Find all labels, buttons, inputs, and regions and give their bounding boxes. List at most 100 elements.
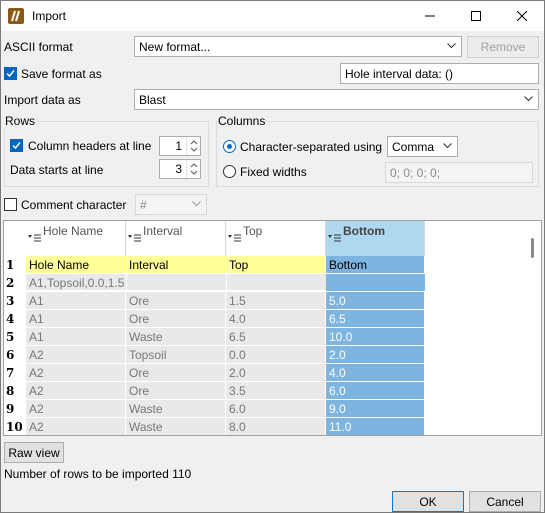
comment-character-value: #: [140, 198, 147, 212]
maximize-icon: [471, 11, 481, 21]
chevron-down-icon: [447, 43, 456, 49]
grid-cell[interactable]: 4.0: [226, 310, 326, 327]
separator-value: Comma: [392, 140, 435, 154]
save-format-checkbox[interactable]: [4, 67, 17, 80]
grid-cell[interactable]: [326, 274, 425, 291]
grid-cell[interactable]: A2: [26, 418, 126, 435]
preview-grid[interactable]: Hole Name Interval Top Bottom 1 Hole Name Inte…: [3, 220, 542, 436]
character-separated-label: Character-separated using: [240, 140, 383, 154]
grid-cell[interactable]: Waste: [126, 400, 226, 417]
data-starts-label: Data starts at line: [10, 163, 104, 177]
raw-view-button[interactable]: Raw view: [4, 442, 64, 463]
header-row-cell[interactable]: Top: [226, 256, 326, 273]
filter-sort-icon[interactable]: [228, 234, 242, 243]
minimize-button[interactable]: [407, 1, 453, 31]
grid-cell[interactable]: A2: [26, 400, 126, 417]
grid-cell[interactable]: 6.0: [226, 400, 326, 417]
grid-cell[interactable]: 6.0: [326, 382, 425, 399]
import-data-value: Blast: [139, 93, 166, 107]
chevron-down-icon: [524, 96, 533, 102]
comment-character-label: Comment character: [21, 198, 127, 212]
import-data-label: Import data as: [4, 93, 81, 107]
header-row-cell[interactable]: Bottom: [326, 256, 425, 273]
column-header[interactable]: Hole Name: [26, 221, 126, 256]
column-headers-checkbox[interactable]: [10, 139, 23, 152]
rows-group-title: Rows: [4, 114, 37, 128]
save-format-name-value: Hole interval data: (): [345, 67, 454, 81]
grid-cell[interactable]: 3.5: [226, 382, 326, 399]
grid-cell[interactable]: Ore: [126, 292, 226, 309]
maximize-button[interactable]: [453, 1, 499, 31]
grid-cell[interactable]: 2.0: [326, 346, 425, 363]
grid-cell[interactable]: Waste: [126, 418, 226, 435]
grid-cell[interactable]: A1: [26, 292, 126, 309]
column-headers-spinner[interactable]: 1: [159, 136, 201, 156]
grid-cell[interactable]: 1.5: [226, 292, 326, 309]
grid-cell[interactable]: 6.5: [226, 328, 326, 345]
row-number: 7: [6, 366, 15, 380]
row-number: 5: [6, 330, 15, 344]
grid-cell[interactable]: Topsoil: [126, 346, 226, 363]
grid-cell[interactable]: Ore: [126, 382, 226, 399]
scrollbar-thumb[interactable]: [531, 238, 534, 258]
spin-arrows-icon: [190, 140, 198, 152]
grid-cell[interactable]: Waste: [126, 328, 226, 345]
chevron-down-icon: [192, 201, 201, 207]
grid-cell[interactable]: 2.0: [226, 364, 326, 381]
close-icon: [517, 11, 527, 21]
ascii-format-value: New format...: [139, 40, 211, 54]
grid-cell[interactable]: 6.5: [326, 310, 425, 327]
grid-cell[interactable]: 0.0: [226, 346, 326, 363]
spinner-arrows[interactable]: [186, 137, 200, 155]
column-header-label: Interval: [143, 224, 183, 238]
grid-cell[interactable]: A2: [26, 346, 126, 363]
checkmark-icon: [6, 70, 15, 78]
header-row-cell[interactable]: Hole Name: [26, 256, 126, 273]
save-format-name-input[interactable]: Hole interval data: (): [340, 63, 539, 84]
row-number: 10: [6, 420, 23, 434]
grid-cell[interactable]: A1: [26, 310, 126, 327]
chevron-down-icon: [443, 143, 452, 149]
grid-cell[interactable]: A2: [26, 364, 126, 381]
ascii-format-dropdown[interactable]: New format...: [134, 36, 462, 57]
spinner-arrows[interactable]: [186, 160, 200, 178]
remove-button[interactable]: Remove: [467, 36, 539, 58]
grid-cell[interactable]: 8.0: [226, 418, 326, 435]
character-separated-radio[interactable]: [223, 140, 236, 153]
grid-cell[interactable]: 11.0: [326, 418, 425, 435]
grid-cell[interactable]: Ore: [126, 310, 226, 327]
grid-cell[interactable]: A2: [26, 382, 126, 399]
raw-row-cell[interactable]: A1,Topsoil,0.0,1.5: [26, 274, 326, 291]
import-data-dropdown[interactable]: Blast: [134, 89, 539, 110]
grid-cell[interactable]: 5.0: [326, 292, 425, 309]
data-starts-spinner[interactable]: 3: [159, 159, 201, 179]
column-header-label: Hole Name: [43, 224, 104, 238]
close-button[interactable]: [499, 1, 545, 31]
comment-character-checkbox[interactable]: [4, 198, 17, 211]
separator-dropdown[interactable]: Comma: [387, 136, 458, 157]
row-number: 2: [6, 276, 15, 290]
grid-cell[interactable]: 10.0: [326, 328, 425, 345]
comment-character-dropdown[interactable]: #: [135, 194, 207, 215]
column-header[interactable]: Top: [226, 221, 326, 256]
grid-cell[interactable]: Ore: [126, 364, 226, 381]
column-header[interactable]: Interval: [126, 221, 226, 256]
grid-cell[interactable]: A1: [26, 328, 126, 345]
grid-cell[interactable]: 9.0: [326, 400, 425, 417]
fixed-widths-radio[interactable]: [223, 165, 236, 178]
grid-cell[interactable]: 4.0: [326, 364, 425, 381]
title-bar: Import: [1, 1, 544, 31]
filter-sort-icon[interactable]: [28, 234, 42, 243]
header-row-cell[interactable]: Interval: [126, 256, 226, 273]
ok-button[interactable]: OK: [392, 491, 464, 512]
ascii-format-label: ASCII format: [4, 40, 73, 54]
filter-sort-icon[interactable]: [328, 234, 342, 243]
row-number: 3: [6, 294, 15, 308]
cancel-button[interactable]: Cancel: [469, 491, 541, 512]
filter-sort-icon[interactable]: [128, 234, 142, 243]
import-dialog: Import ASCII format New format... Remove…: [0, 0, 545, 513]
vertical-scrollbar[interactable]: [524, 221, 541, 435]
column-header-label: Top: [243, 224, 263, 238]
fixed-widths-input[interactable]: 0; 0; 0; 0;: [385, 162, 533, 183]
column-header[interactable]: Bottom: [326, 221, 425, 256]
